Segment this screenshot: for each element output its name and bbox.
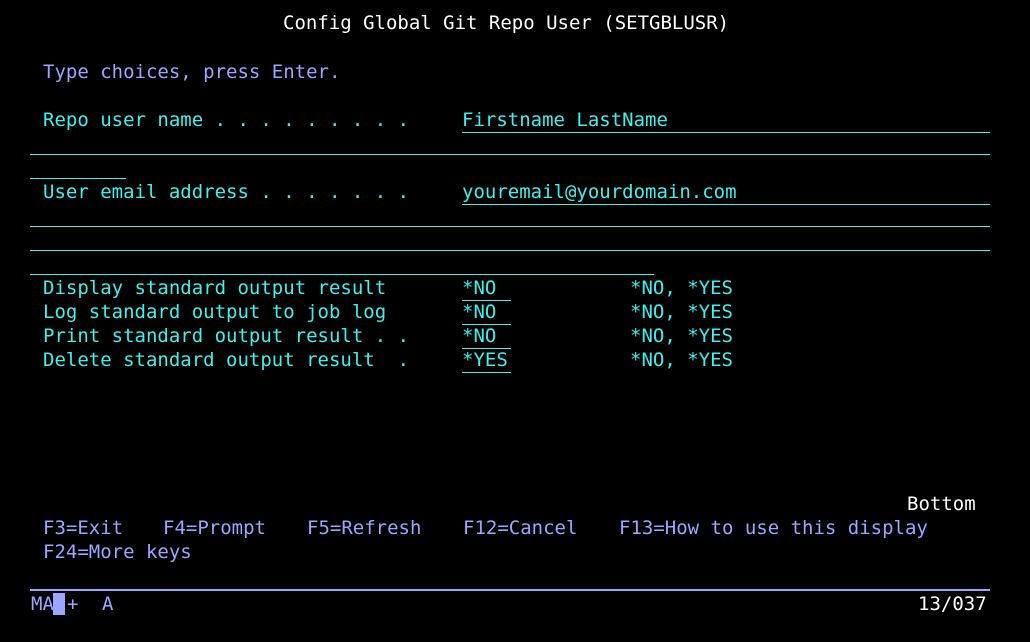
f13-help-key[interactable]: F13=How to use this display [619, 516, 928, 540]
f5-refresh-key[interactable]: F5=Refresh [307, 516, 421, 540]
display-stdout-choices: *NO, *YES [630, 277, 733, 299]
f12-cancel-key[interactable]: F12=Cancel [463, 516, 577, 540]
display-stdout-label: Display standard output result [43, 277, 387, 299]
display-stdout-input[interactable]: *NO [462, 276, 511, 301]
session-indicator: MA [31, 593, 54, 615]
repo-user-name-continuation-line[interactable] [30, 154, 990, 155]
repo-user-name-continuation-line-2[interactable] [30, 178, 126, 179]
cursor-position: 13/037 [918, 593, 987, 615]
delete-stdout-label: Delete standard output result . [43, 349, 410, 371]
status-divider [30, 589, 990, 591]
f3-exit-key[interactable]: F3=Exit [43, 516, 123, 540]
log-stdout-choices: *NO, *YES [630, 301, 733, 323]
text-cursor [53, 593, 65, 615]
screen-title: Config Global Git Repo User (SETGBLUSR) [283, 12, 730, 34]
session-plus-indicator: + [67, 593, 79, 615]
repo-user-name-label: Repo user name . . . . . . . . . [43, 109, 410, 131]
print-stdout-label: Print standard output result . . [43, 325, 410, 347]
delete-stdout-choices: *NO, *YES [630, 349, 733, 371]
user-email-label: User email address . . . . . . . [43, 181, 410, 203]
instructions-text: Type choices, press Enter. [43, 61, 341, 83]
f24-more-keys[interactable]: F24=More keys [43, 540, 192, 564]
more-indicator: Bottom [907, 493, 976, 515]
user-email-continuation-line-3[interactable] [30, 274, 654, 275]
input-mode-indicator: A [102, 593, 114, 615]
print-stdout-choices: *NO, *YES [630, 325, 733, 347]
f4-prompt-key[interactable]: F4=Prompt [163, 516, 266, 540]
user-email-continuation-line[interactable] [30, 226, 990, 227]
log-stdout-input[interactable]: *NO [462, 300, 511, 325]
repo-user-name-input[interactable]: Firstname LastName [462, 108, 990, 133]
delete-stdout-input[interactable]: *YES [462, 348, 511, 373]
user-email-continuation-line-2[interactable] [30, 250, 990, 251]
log-stdout-label: Log standard output to job log [43, 301, 387, 323]
print-stdout-input[interactable]: *NO [462, 324, 511, 349]
user-email-input[interactable]: youremail@yourdomain.com [462, 180, 990, 205]
